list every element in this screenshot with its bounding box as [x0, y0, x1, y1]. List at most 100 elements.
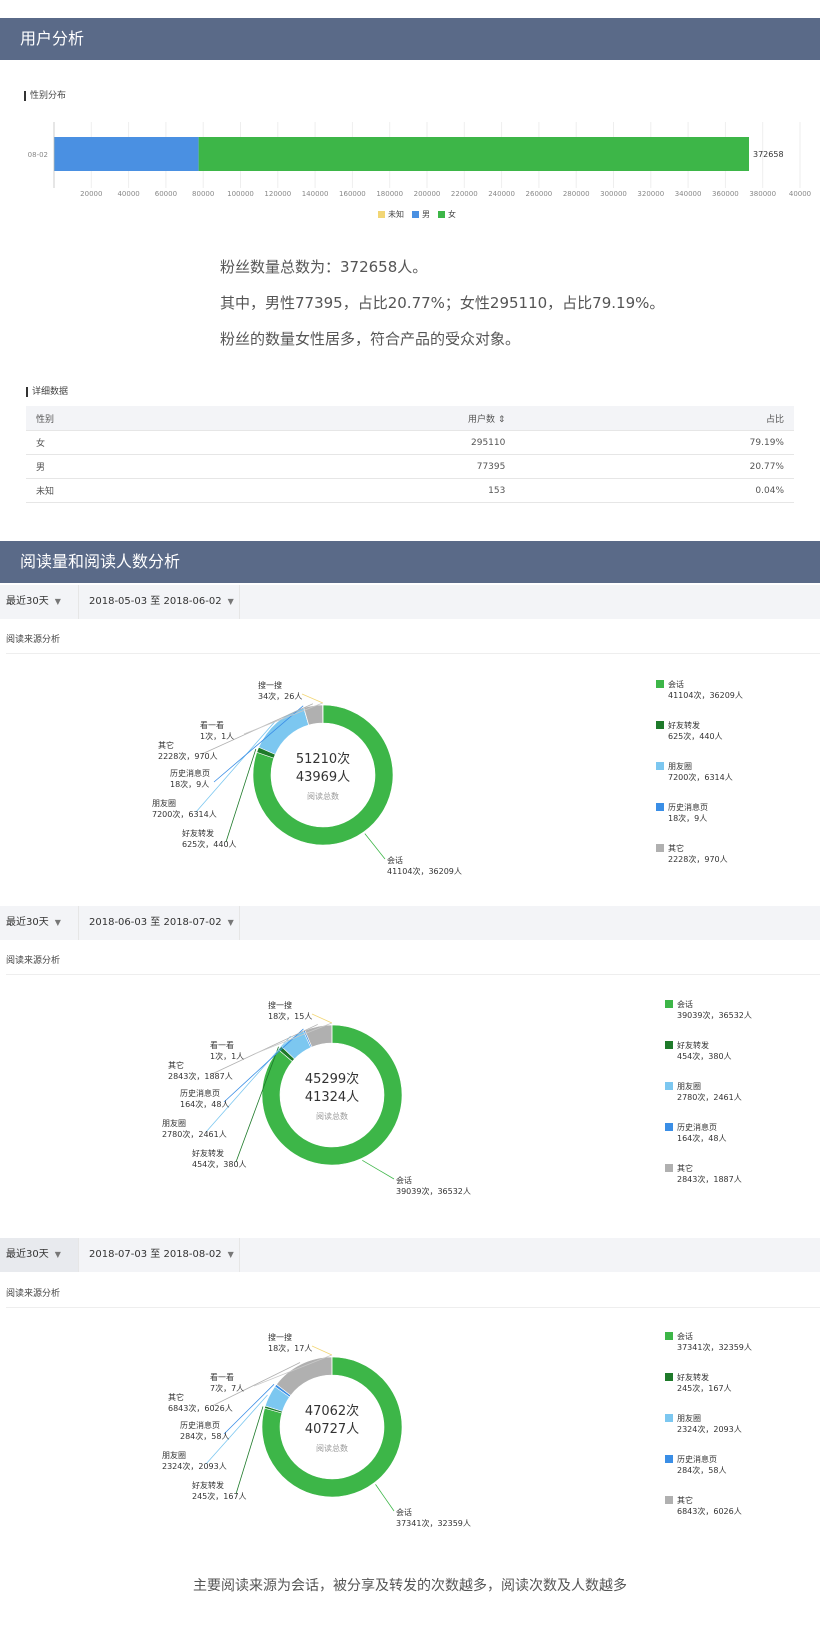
- legend-swatch[interactable]: [656, 844, 664, 852]
- leader-line: [375, 1484, 395, 1512]
- legend-label[interactable]: 其它: [677, 1163, 693, 1173]
- filter-bar-3: 最近30天 ▼ 2018-07-03 至 2018-08-02 ▼: [0, 1238, 820, 1272]
- donut-slice-其它[interactable]: [276, 1356, 333, 1396]
- legend-swatch[interactable]: [665, 1123, 673, 1131]
- legend-swatch[interactable]: [656, 762, 664, 770]
- legend-swatch[interactable]: [665, 1082, 673, 1090]
- date-range-picker[interactable]: 2018-05-03 至 2018-06-02 ▼: [78, 585, 240, 619]
- x-tick-label: 140000: [302, 190, 329, 198]
- caret-down-icon: ▼: [227, 1250, 234, 1259]
- slice-label-value: 18次，17人: [268, 1343, 312, 1353]
- legend-item[interactable]: 未知: [378, 209, 404, 220]
- slice-label-name: 好友转发: [192, 1480, 224, 1490]
- legend-label[interactable]: 朋友圈: [677, 1081, 701, 1091]
- legend-swatch[interactable]: [665, 1373, 673, 1381]
- slice-label-value: 2228次，970人: [158, 751, 218, 761]
- x-tick-label: 280000: [563, 190, 590, 198]
- legend-swatch[interactable]: [656, 680, 664, 688]
- legend-label[interactable]: 好友转发: [668, 720, 700, 730]
- x-tick-label: 100000: [227, 190, 254, 198]
- slice-label-name: 会话: [396, 1507, 412, 1517]
- legend-swatch[interactable]: [656, 803, 664, 811]
- slice-label-name: 搜一搜: [268, 1332, 292, 1342]
- legend-value: 6843次，6026人: [677, 1506, 742, 1516]
- slice-label-name: 看一看: [210, 1373, 234, 1382]
- legend-label[interactable]: 会话: [677, 1331, 693, 1341]
- gender-chart-title: 性别分布: [24, 91, 66, 101]
- legend-swatch[interactable]: [665, 1496, 673, 1504]
- legend-label[interactable]: 其它: [668, 843, 684, 853]
- legend-label[interactable]: 朋友圈: [677, 1413, 701, 1423]
- legend-label[interactable]: 会话: [668, 679, 684, 689]
- divider: [6, 653, 820, 654]
- x-tick-label: 20000: [80, 190, 102, 198]
- slice-label-value: 6843次，6026人: [168, 1403, 233, 1413]
- donut-center-people: 40727人: [305, 1422, 359, 1437]
- legend-label[interactable]: 好友转发: [677, 1040, 709, 1050]
- range-dropdown[interactable]: 最近30天 ▼: [0, 1238, 78, 1272]
- slice-label-value: 245次，167人: [192, 1491, 247, 1501]
- legend-swatch[interactable]: [665, 1041, 673, 1049]
- slice-label-value: 454次，380人: [192, 1159, 247, 1169]
- slice-label-name: 其它: [168, 1392, 184, 1402]
- date-range-picker[interactable]: 2018-07-03 至 2018-08-02 ▼: [78, 1238, 240, 1272]
- x-tick-label: 60000: [155, 190, 177, 198]
- legend-swatch[interactable]: [665, 1164, 673, 1172]
- caret-down-icon: ▼: [54, 1250, 61, 1259]
- legend-label[interactable]: 历史消息页: [677, 1454, 717, 1464]
- cell-gender: 女: [26, 430, 221, 455]
- legend-swatch[interactable]: [665, 1414, 673, 1422]
- x-tick-label: 260000: [526, 190, 553, 198]
- legend-swatch[interactable]: [656, 721, 664, 729]
- source-analysis-title: 阅读来源分析: [6, 956, 61, 966]
- divider: [6, 974, 820, 975]
- cell-percent: 79.19%: [515, 430, 794, 455]
- legend-label[interactable]: 朋友圈: [668, 761, 692, 771]
- slice-label-value: 7200次，6314人: [152, 809, 217, 819]
- bar-segment-男: [54, 137, 199, 171]
- donut-chart: 会话41104次，36209人好友转发625次，440人朋友圈7200次，631…: [152, 679, 743, 876]
- legend-swatch[interactable]: [665, 1455, 673, 1463]
- slice-label-name: 历史消息页: [170, 768, 210, 778]
- slice-label-name: 搜一搜: [268, 1000, 292, 1010]
- leader-line: [362, 1159, 395, 1180]
- table-row: 男 77395 20.77%: [26, 454, 794, 479]
- leader-line: [364, 833, 386, 860]
- legend-label[interactable]: 会话: [677, 999, 693, 1009]
- section-header-user-analysis: 用户分析: [0, 18, 820, 60]
- legend-value: 39039次，36532人: [677, 1010, 752, 1020]
- gender-legend: 未知 男 女: [378, 209, 456, 220]
- range-label: 最近30天: [6, 596, 49, 607]
- legend-item[interactable]: 男: [412, 209, 430, 220]
- legend-value: 164次，48人: [677, 1133, 726, 1143]
- donut-center-people: 43969人: [296, 770, 350, 785]
- legend-label[interactable]: 历史消息页: [668, 802, 708, 812]
- source-analysis-title: 阅读来源分析: [6, 635, 61, 645]
- summary-line-3: 粉丝的数量女性居多，符合产品的受众对象。: [220, 330, 521, 348]
- cell-percent: 0.04%: [515, 478, 794, 503]
- donut-chart: 会话39039次，36532人好友转发454次，380人朋友圈2780次，246…: [162, 999, 752, 1196]
- cell-gender: 未知: [26, 478, 221, 503]
- legend-value: 2843次，1887人: [677, 1174, 742, 1184]
- slice-label-name: 搜一搜: [258, 680, 282, 690]
- legend-label[interactable]: 历史消息页: [677, 1122, 717, 1132]
- slice-label-value: 34次，26人: [258, 691, 302, 701]
- legend-label[interactable]: 好友转发: [677, 1372, 709, 1382]
- legend-item[interactable]: 女: [438, 209, 456, 220]
- slice-label-value: 39039次，36532人: [396, 1186, 471, 1196]
- legend-swatch: [378, 211, 385, 218]
- legend-swatch[interactable]: [665, 1000, 673, 1008]
- legend-swatch: [412, 211, 419, 218]
- legend-label[interactable]: 其它: [677, 1495, 693, 1505]
- slice-label-name: 好友转发: [192, 1148, 224, 1158]
- legend-value: 454次，380人: [677, 1051, 732, 1061]
- legend-swatch[interactable]: [665, 1332, 673, 1340]
- donut-center-caption: 阅读总数: [307, 791, 339, 801]
- slice-label-value: 41104次，36209人: [387, 866, 462, 876]
- gender-bar-chart: 20000 40000 60000 80000 100000 120000 140000 16…: [28, 122, 811, 198]
- bar-total-label: 372658: [753, 150, 784, 159]
- slice-label-value: 2324次，2093人: [162, 1461, 227, 1471]
- col-user-count[interactable]: 用户数 ⇕: [220, 406, 516, 431]
- range-dropdown[interactable]: 最近30天 ▼: [0, 585, 78, 619]
- legend-label: 女: [448, 210, 456, 219]
